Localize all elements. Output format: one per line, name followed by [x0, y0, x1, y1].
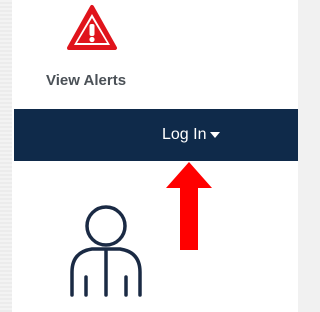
- view-alerts-label: View Alerts: [46, 72, 127, 89]
- login-label: Log In: [162, 126, 207, 143]
- left-background-strip: [0, 0, 12, 312]
- user-outline-icon: [70, 205, 142, 297]
- red-arrow-icon: [166, 162, 212, 250]
- login-dropdown-button[interactable]: Log In: [162, 125, 221, 145]
- caret-down-icon: [210, 132, 221, 138]
- view-alerts-link[interactable]: View Alerts: [14, 0, 144, 108]
- top-navbar: Log In: [14, 109, 298, 161]
- warning-triangle-icon: [67, 5, 117, 50]
